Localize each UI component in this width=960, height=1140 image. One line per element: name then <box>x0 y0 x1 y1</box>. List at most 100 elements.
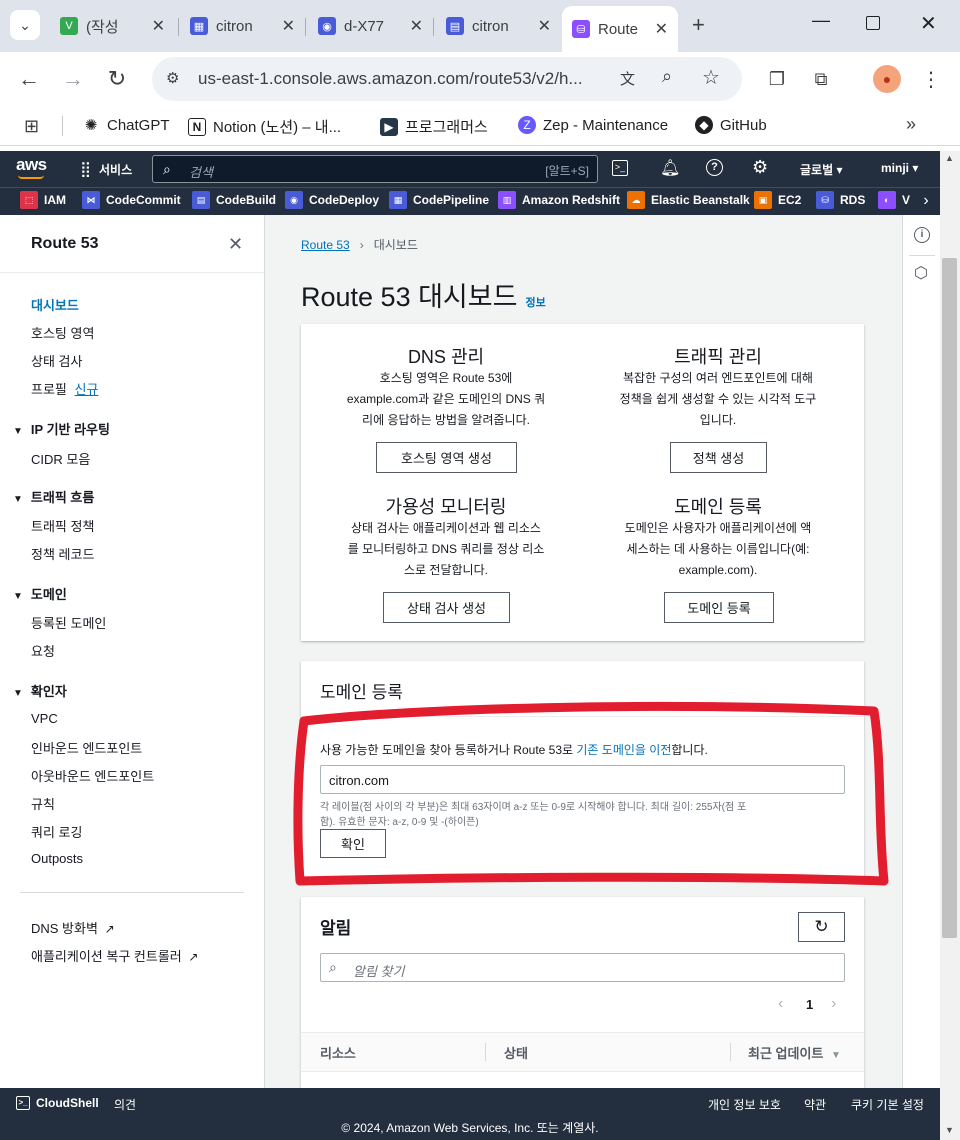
sidebar-link-dns-firewall[interactable]: DNS 방화벽 ↗ <box>31 918 115 937</box>
column-header-last-updated[interactable]: 최근 업데이트 ▼ <box>748 1043 841 1062</box>
sidebar-item-registered-domains[interactable]: 등록된 도메인 <box>31 613 106 632</box>
help-icon[interactable]: ? <box>706 159 723 176</box>
register-domain-button[interactable]: 도메인 등록 <box>664 592 774 623</box>
sidebar-item-query-logging[interactable]: 쿼리 로깅 <box>31 822 82 841</box>
address-bar[interactable]: ⚙ us-east-1.console.aws.amazon.com/route… <box>152 57 742 101</box>
alerts-search-input[interactable]: ⌕ 알림 찾기 <box>320 953 845 982</box>
page-scrollbar[interactable]: ▲ ▼ <box>940 151 960 1140</box>
browser-tab-2[interactable]: ▦ citron ✕ <box>180 9 305 43</box>
favorite-elastic-beanstalk[interactable]: ☁ Elastic Beanstalk <box>627 191 750 209</box>
browser-tab-3[interactable]: ◉ d-X77 ✕ <box>308 9 433 43</box>
privacy-link[interactable]: 개인 정보 보호 <box>708 1096 781 1113</box>
refresh-button[interactable]: ↻ <box>798 912 845 942</box>
close-sidebar-icon[interactable]: ✕ <box>228 234 243 255</box>
close-icon[interactable]: ✕ <box>655 19 668 39</box>
more-bookmarks-icon[interactable]: » <box>906 114 916 135</box>
column-header-resource[interactable]: 리소스 <box>320 1043 356 1062</box>
pagination-page[interactable]: 1 <box>806 997 813 1012</box>
sidebar-item-rules[interactable]: 규칙 <box>31 794 55 813</box>
create-hosted-zone-button[interactable]: 호스팅 영역 생성 <box>376 442 517 473</box>
aws-logo[interactable]: aws <box>16 155 47 175</box>
sidebar-item-policy-records[interactable]: 정책 레코드 <box>31 544 94 563</box>
browser-tab-active[interactable]: ⛁ Route ✕ <box>562 6 678 52</box>
favorite-codebuild[interactable]: ▤ CodeBuild <box>192 191 276 209</box>
sidebar-group-resolver[interactable]: ▼ 확인자 <box>13 681 67 700</box>
sidebar-item-hosted-zones[interactable]: 호스팅 영역 <box>31 323 94 342</box>
browser-menu-button[interactable]: ⋮ <box>916 64 946 94</box>
sidebar-item-health-checks[interactable]: 상태 검사 <box>31 351 82 370</box>
reading-list-button[interactable]: ❐ <box>762 64 792 94</box>
sidebar-item-dashboard[interactable]: 대시보드 <box>31 295 79 314</box>
scrollbar-thumb[interactable] <box>942 258 957 938</box>
sidebar-group-traffic-flow[interactable]: ▼ 트래픽 흐름 <box>13 487 94 506</box>
sidebar-item-inbound-endpoints[interactable]: 인바운드 엔드포인트 <box>31 738 142 757</box>
favorite-redshift[interactable]: ▥ Amazon Redshift <box>498 191 620 209</box>
scroll-right-icon[interactable]: › <box>912 188 940 216</box>
favorite-rds[interactable]: ⛁ RDS <box>816 191 865 209</box>
sidebar-item-profiles[interactable]: 프로필 신규 <box>31 379 98 398</box>
favorite-iam[interactable]: ⬚ IAM <box>20 191 66 209</box>
apps-grid-icon[interactable]: ⊞ <box>24 116 39 137</box>
tab-search-button[interactable]: ⌄ <box>10 10 40 40</box>
sidebar-item-traffic-policies[interactable]: 트래픽 정책 <box>31 516 94 535</box>
zoom-icon[interactable]: ⌕ <box>662 66 672 87</box>
column-header-status[interactable]: 상태 <box>504 1043 528 1062</box>
back-button[interactable]: ← <box>14 64 44 94</box>
sidebar-item-outposts[interactable]: Outposts <box>31 851 83 866</box>
sidebar-item-outbound-endpoints[interactable]: 아웃바운드 엔드포인트 <box>31 766 154 785</box>
region-selector[interactable]: 글로벌 ▾ <box>800 161 842 178</box>
browser-tab-1[interactable]: V (작성 ✕ <box>50 9 175 43</box>
bookmark-notion[interactable]: N Notion (노션) – 내... <box>188 116 341 137</box>
minimize-button[interactable]: — <box>812 10 830 31</box>
close-icon[interactable]: ✕ <box>538 16 551 36</box>
cookie-preferences-link[interactable]: 쿠키 기본 설정 <box>851 1096 924 1113</box>
favorite-codepipeline[interactable]: ▦ CodePipeline <box>389 191 489 209</box>
info-link[interactable]: 정보 <box>525 294 545 310</box>
sidebar-link-arc[interactable]: 애플리케이션 복구 컨트롤러 ↗ <box>31 946 198 965</box>
sidebar-group-ip-routing[interactable]: ▼ IP 기반 라우팅 <box>13 419 110 438</box>
feedback-link[interactable]: 의견 <box>114 1096 136 1113</box>
bookmark-zep[interactable]: Z Zep - Maintenance <box>518 116 668 134</box>
favorite-codecommit[interactable]: ⋈ CodeCommit <box>82 191 181 209</box>
close-icon[interactable]: ✕ <box>282 16 295 36</box>
sidebar-title[interactable]: Route 53 <box>31 235 99 253</box>
favorite-ec2[interactable]: ▣ EC2 <box>754 191 801 209</box>
bookmark-programmers[interactable]: ▶ 프로그래머스 <box>380 116 488 137</box>
reload-button[interactable]: ↻ <box>102 64 132 94</box>
create-policy-button[interactable]: 정책 생성 <box>670 442 767 473</box>
bookmark-github[interactable]: ◆ GitHub <box>695 116 767 134</box>
info-panel-icon[interactable]: i <box>914 227 930 243</box>
favorite-more[interactable]: ◐ V <box>878 191 910 209</box>
services-menu-button[interactable]: ⣿ 서비스 <box>80 160 132 178</box>
close-icon[interactable]: ✕ <box>410 16 423 36</box>
terms-link[interactable]: 약관 <box>804 1096 826 1113</box>
browser-tab-4[interactable]: ▤ citron ✕ <box>436 9 561 43</box>
star-icon[interactable]: ☆ <box>702 65 720 90</box>
close-icon[interactable]: ✕ <box>152 16 165 36</box>
hexagon-icon[interactable]: ⬡ <box>914 263 928 283</box>
scroll-down-icon[interactable]: ▼ <box>945 1125 954 1135</box>
cloudshell-link[interactable]: >_ CloudShell <box>16 1096 99 1110</box>
profile-avatar[interactable]: ● <box>873 65 901 93</box>
site-info-icon[interactable]: ⚙ <box>166 69 179 87</box>
notifications-bell-icon[interactable]: 🔔︎ <box>660 158 680 178</box>
new-tab-button[interactable]: + <box>692 12 705 38</box>
settings-gear-icon[interactable]: ⚙ <box>752 157 768 178</box>
extensions-puzzle-button[interactable]: ⧉ <box>806 64 836 94</box>
scroll-up-icon[interactable]: ▲ <box>945 153 954 163</box>
forward-button[interactable]: → <box>58 64 88 94</box>
account-menu[interactable]: minji ▾ <box>881 161 918 175</box>
sidebar-item-vpc[interactable]: VPC <box>31 711 58 726</box>
breadcrumb-root-link[interactable]: Route 53 <box>301 238 350 252</box>
sidebar-group-domains[interactable]: ▼ 도메인 <box>13 584 67 603</box>
bookmark-chatgpt[interactable]: ✺ ChatGPT <box>82 116 170 135</box>
favorite-codedeploy[interactable]: ◉ CodeDeploy <box>285 191 379 209</box>
translate-icon[interactable]: 文 <box>620 68 635 89</box>
maximize-button[interactable] <box>866 16 880 30</box>
sidebar-item-cidr[interactable]: CIDR 모음 <box>31 449 90 468</box>
create-health-check-button[interactable]: 상태 검사 생성 <box>383 592 510 623</box>
pagination-next-icon[interactable]: › <box>831 995 836 1013</box>
cloudshell-icon[interactable]: >_ <box>612 160 628 176</box>
sidebar-item-requests[interactable]: 요청 <box>31 641 55 660</box>
close-window-button[interactable]: ✕ <box>920 11 937 36</box>
